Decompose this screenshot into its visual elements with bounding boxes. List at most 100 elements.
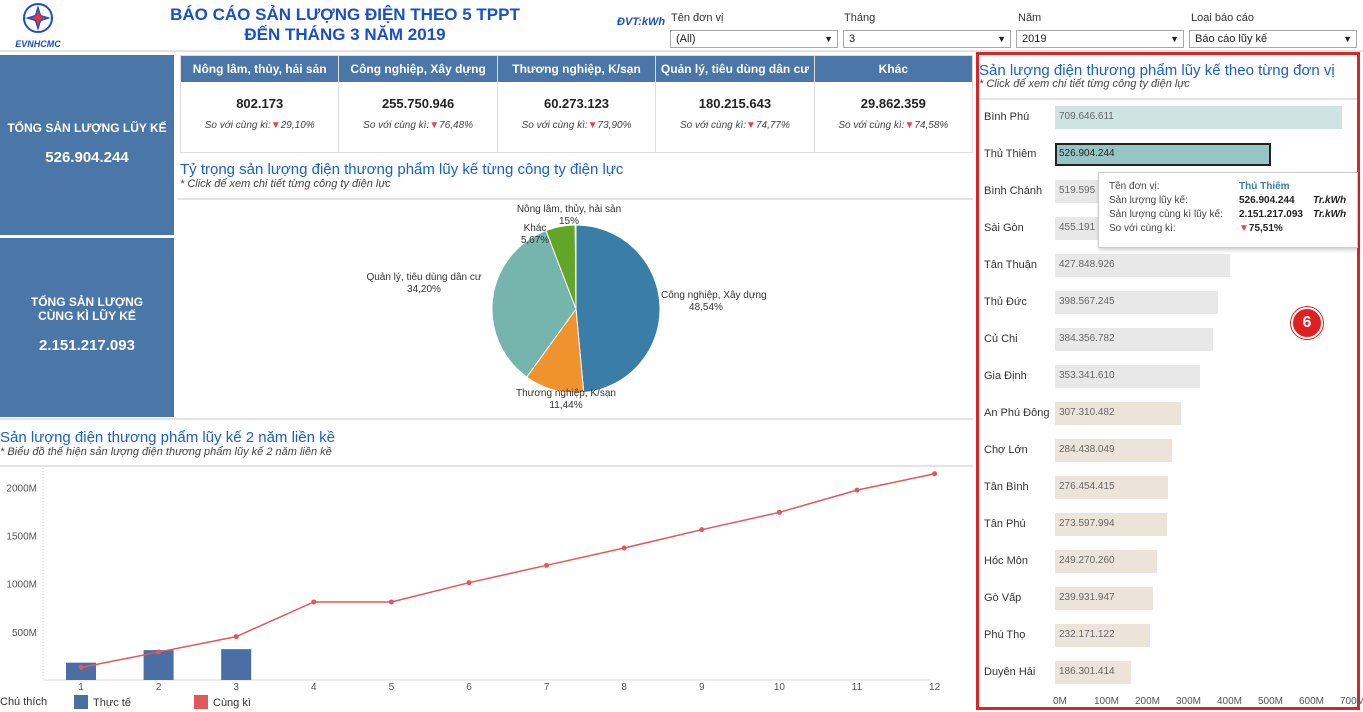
category-name: Khác xyxy=(814,56,973,82)
title-line-1: BÁO CÁO SẢN LƯỢNG ĐIỆN THEO 5 TPPT xyxy=(170,5,520,24)
category-compare-value: 73,90% xyxy=(597,120,632,131)
line-chart[interactable]: 500M1000M1500M2000M1 2 3 4 5 6 7 8 9 10 11 12 xyxy=(0,468,973,712)
bar-category-label: Thủ Thiêm xyxy=(984,148,1037,160)
prev-point[interactable] xyxy=(544,562,550,568)
legend-prev-swatch xyxy=(194,695,208,709)
bar-x-tick-label: 100M xyxy=(1094,696,1120,707)
total-prev-label: TỔNG SẢN LƯỢNG CÙNG KÌ LŨY KẾ xyxy=(30,295,144,323)
down-arrow-icon: ▼ xyxy=(746,120,756,131)
bar-x-tick-label: 400M xyxy=(1217,696,1243,707)
x-tick-label: 9 xyxy=(699,682,705,693)
bar-category-label: Chợ Lớn xyxy=(984,444,1028,456)
total-cumulative-box: TỔNG SẢN LƯỢNG LŨY KẾ 526.904.244 xyxy=(0,55,174,235)
prev-point[interactable] xyxy=(854,487,860,493)
filter-month-select[interactable]: 3 ▼ xyxy=(843,30,1011,48)
filter-unit-value: (All) xyxy=(676,33,696,45)
prev-point[interactable] xyxy=(699,527,705,533)
step-badge: 6 xyxy=(1291,307,1323,339)
down-arrow-icon: ▼ xyxy=(1239,223,1249,234)
category-value: 802.173 xyxy=(236,96,284,111)
unit-bar[interactable]: 273.597.994 xyxy=(1055,513,1168,536)
bar-value-label: 398.567.245 xyxy=(1059,296,1115,307)
bar-value-label: 276.454.415 xyxy=(1059,481,1115,492)
down-arrow-icon: ▼ xyxy=(587,120,598,131)
bar-value-label: 519.595 xyxy=(1059,185,1096,196)
line-section-title: Sản lượng điện thương phẩm lũy kế 2 năm … xyxy=(0,429,335,446)
bar-category-label: Gia Định xyxy=(984,370,1027,382)
total-cumulative-label: TỔNG SẢN LƯỢNG LŨY KẾ xyxy=(7,121,167,135)
category-card[interactable]: Công nghiệp, Xây dựng 255.750.946 So với c… xyxy=(339,56,498,152)
prev-point[interactable] xyxy=(776,509,782,515)
bar-category-label: Tân Bình xyxy=(984,481,1029,493)
unit-bar[interactable]: 307.310.482 xyxy=(1055,402,1181,425)
pie-value-label: 5,67% xyxy=(521,235,549,246)
unit-bar[interactable]: 384.356.782 xyxy=(1055,328,1213,351)
filter-label-month: Tháng xyxy=(844,12,876,24)
unit-bar[interactable]: 284.438.049 xyxy=(1055,439,1172,462)
title-line-2: ĐẾN THÁNG 3 NĂM 2019 xyxy=(244,25,446,44)
bar-value-label: 307.310.482 xyxy=(1059,407,1115,418)
unit-bar[interactable]: 353.341.610 xyxy=(1055,365,1200,388)
unit-bar[interactable]: 239.931.947 xyxy=(1055,587,1154,610)
pie-section-subtitle: * Click để xem chi tiết từng công ty điệ… xyxy=(180,178,391,190)
prev-point[interactable] xyxy=(233,634,239,640)
unit-bar[interactable]: 232.171.122 xyxy=(1055,624,1151,647)
actual-bar[interactable] xyxy=(221,649,252,680)
filter-report-select[interactable]: Báo cáo lũy kế ▼ xyxy=(1189,30,1357,48)
category-compare: So với cùng kì:▼73,90% xyxy=(498,120,655,131)
category-card[interactable]: Khác 29.862.359 So với cùng kì:▼74,58% xyxy=(814,56,973,152)
prev-point[interactable] xyxy=(621,545,627,551)
category-compare-value: 74,77% xyxy=(755,120,790,131)
category-value: 255.750.946 xyxy=(381,96,455,111)
bar-value-label: 427.848.926 xyxy=(1059,259,1115,270)
unit-bar[interactable]: 398.567.245 xyxy=(1055,291,1219,314)
pie-slice[interactable] xyxy=(575,224,661,394)
section-divider xyxy=(0,418,973,420)
chevron-down-icon: ▼ xyxy=(824,34,833,44)
category-card[interactable]: Nông lâm, thủy, hải sản 802.173 So với cùn… xyxy=(181,56,340,152)
chevron-down-icon: ▼ xyxy=(1170,34,1179,44)
prev-point[interactable] xyxy=(388,599,394,605)
category-value: 60.273.123 xyxy=(543,96,610,111)
unit-bar[interactable]: 249.270.260 xyxy=(1055,550,1158,573)
bar-category-label: Củ Chi xyxy=(984,333,1018,345)
x-tick-label: 3 xyxy=(233,682,239,693)
bar-value-label: 526.904.244 xyxy=(1059,148,1115,159)
category-card[interactable]: Thương nghiệp, K/sạn 60.273.123 So với cùn… xyxy=(497,56,657,152)
bar-category-label: Thủ Đức xyxy=(984,296,1027,308)
category-name: Quản lý, tiêu dùng dân cư xyxy=(656,56,814,82)
unit-bar[interactable]: 427.848.926 xyxy=(1055,254,1231,277)
unit-bar[interactable]: 709.646.611 xyxy=(1055,106,1342,129)
category-compare-label: So với cùng kì: xyxy=(363,120,430,131)
y-tick-label: 2000M xyxy=(6,483,37,494)
bar-category-label: Bình Phú xyxy=(984,111,1030,123)
prev-point[interactable] xyxy=(311,599,317,605)
filter-label-report: Loại báo cáo xyxy=(1191,12,1254,24)
chevron-down-icon: ▼ xyxy=(1343,34,1352,44)
x-tick-label: 4 xyxy=(311,682,317,693)
down-arrow-icon: ▼ xyxy=(904,120,915,131)
pie-chart[interactable]: Công nghiệp, Xây dựng48,54% Thương nghiệp… xyxy=(178,200,973,418)
legend-actual-swatch xyxy=(74,695,88,709)
prev-point[interactable] xyxy=(932,471,938,477)
prev-point[interactable] xyxy=(78,664,84,670)
prev-point[interactable] xyxy=(156,649,162,655)
x-tick-label: 10 xyxy=(774,682,786,693)
prev-line xyxy=(80,473,935,669)
category-card[interactable]: Quản lý, tiêu dùng dân cư 180.215.643 So v… xyxy=(656,56,815,152)
bar-x-tick-label: 500M xyxy=(1258,696,1284,707)
filter-year-select[interactable]: 2019 ▼ xyxy=(1016,30,1184,48)
category-compare: So với cùng kì:▼74,77% xyxy=(656,120,813,131)
filter-unit-select[interactable]: (All) ▼ xyxy=(670,30,838,48)
pie-label: Quản lý, tiêu dùng dân cư xyxy=(366,272,481,283)
unit-bar[interactable]: 526.904.244 xyxy=(1055,143,1272,166)
unit-bar[interactable]: 276.454.415 xyxy=(1055,476,1169,499)
unit-bar[interactable]: 186.301.414 xyxy=(1055,661,1132,684)
bar-value-label: 384.356.782 xyxy=(1059,333,1115,344)
bar-value-label: 249.270.260 xyxy=(1059,555,1115,566)
category-compare-label: So với cùng kì: xyxy=(679,120,747,131)
filter-year-value: 2019 xyxy=(1022,33,1047,45)
page-title: BÁO CÁO SẢN LƯỢNG ĐIỆN THEO 5 TPPT ĐẾN T… xyxy=(150,5,540,45)
prev-point[interactable] xyxy=(466,580,472,586)
tooltip-unit-label: Tên đơn vị: xyxy=(1109,181,1160,192)
